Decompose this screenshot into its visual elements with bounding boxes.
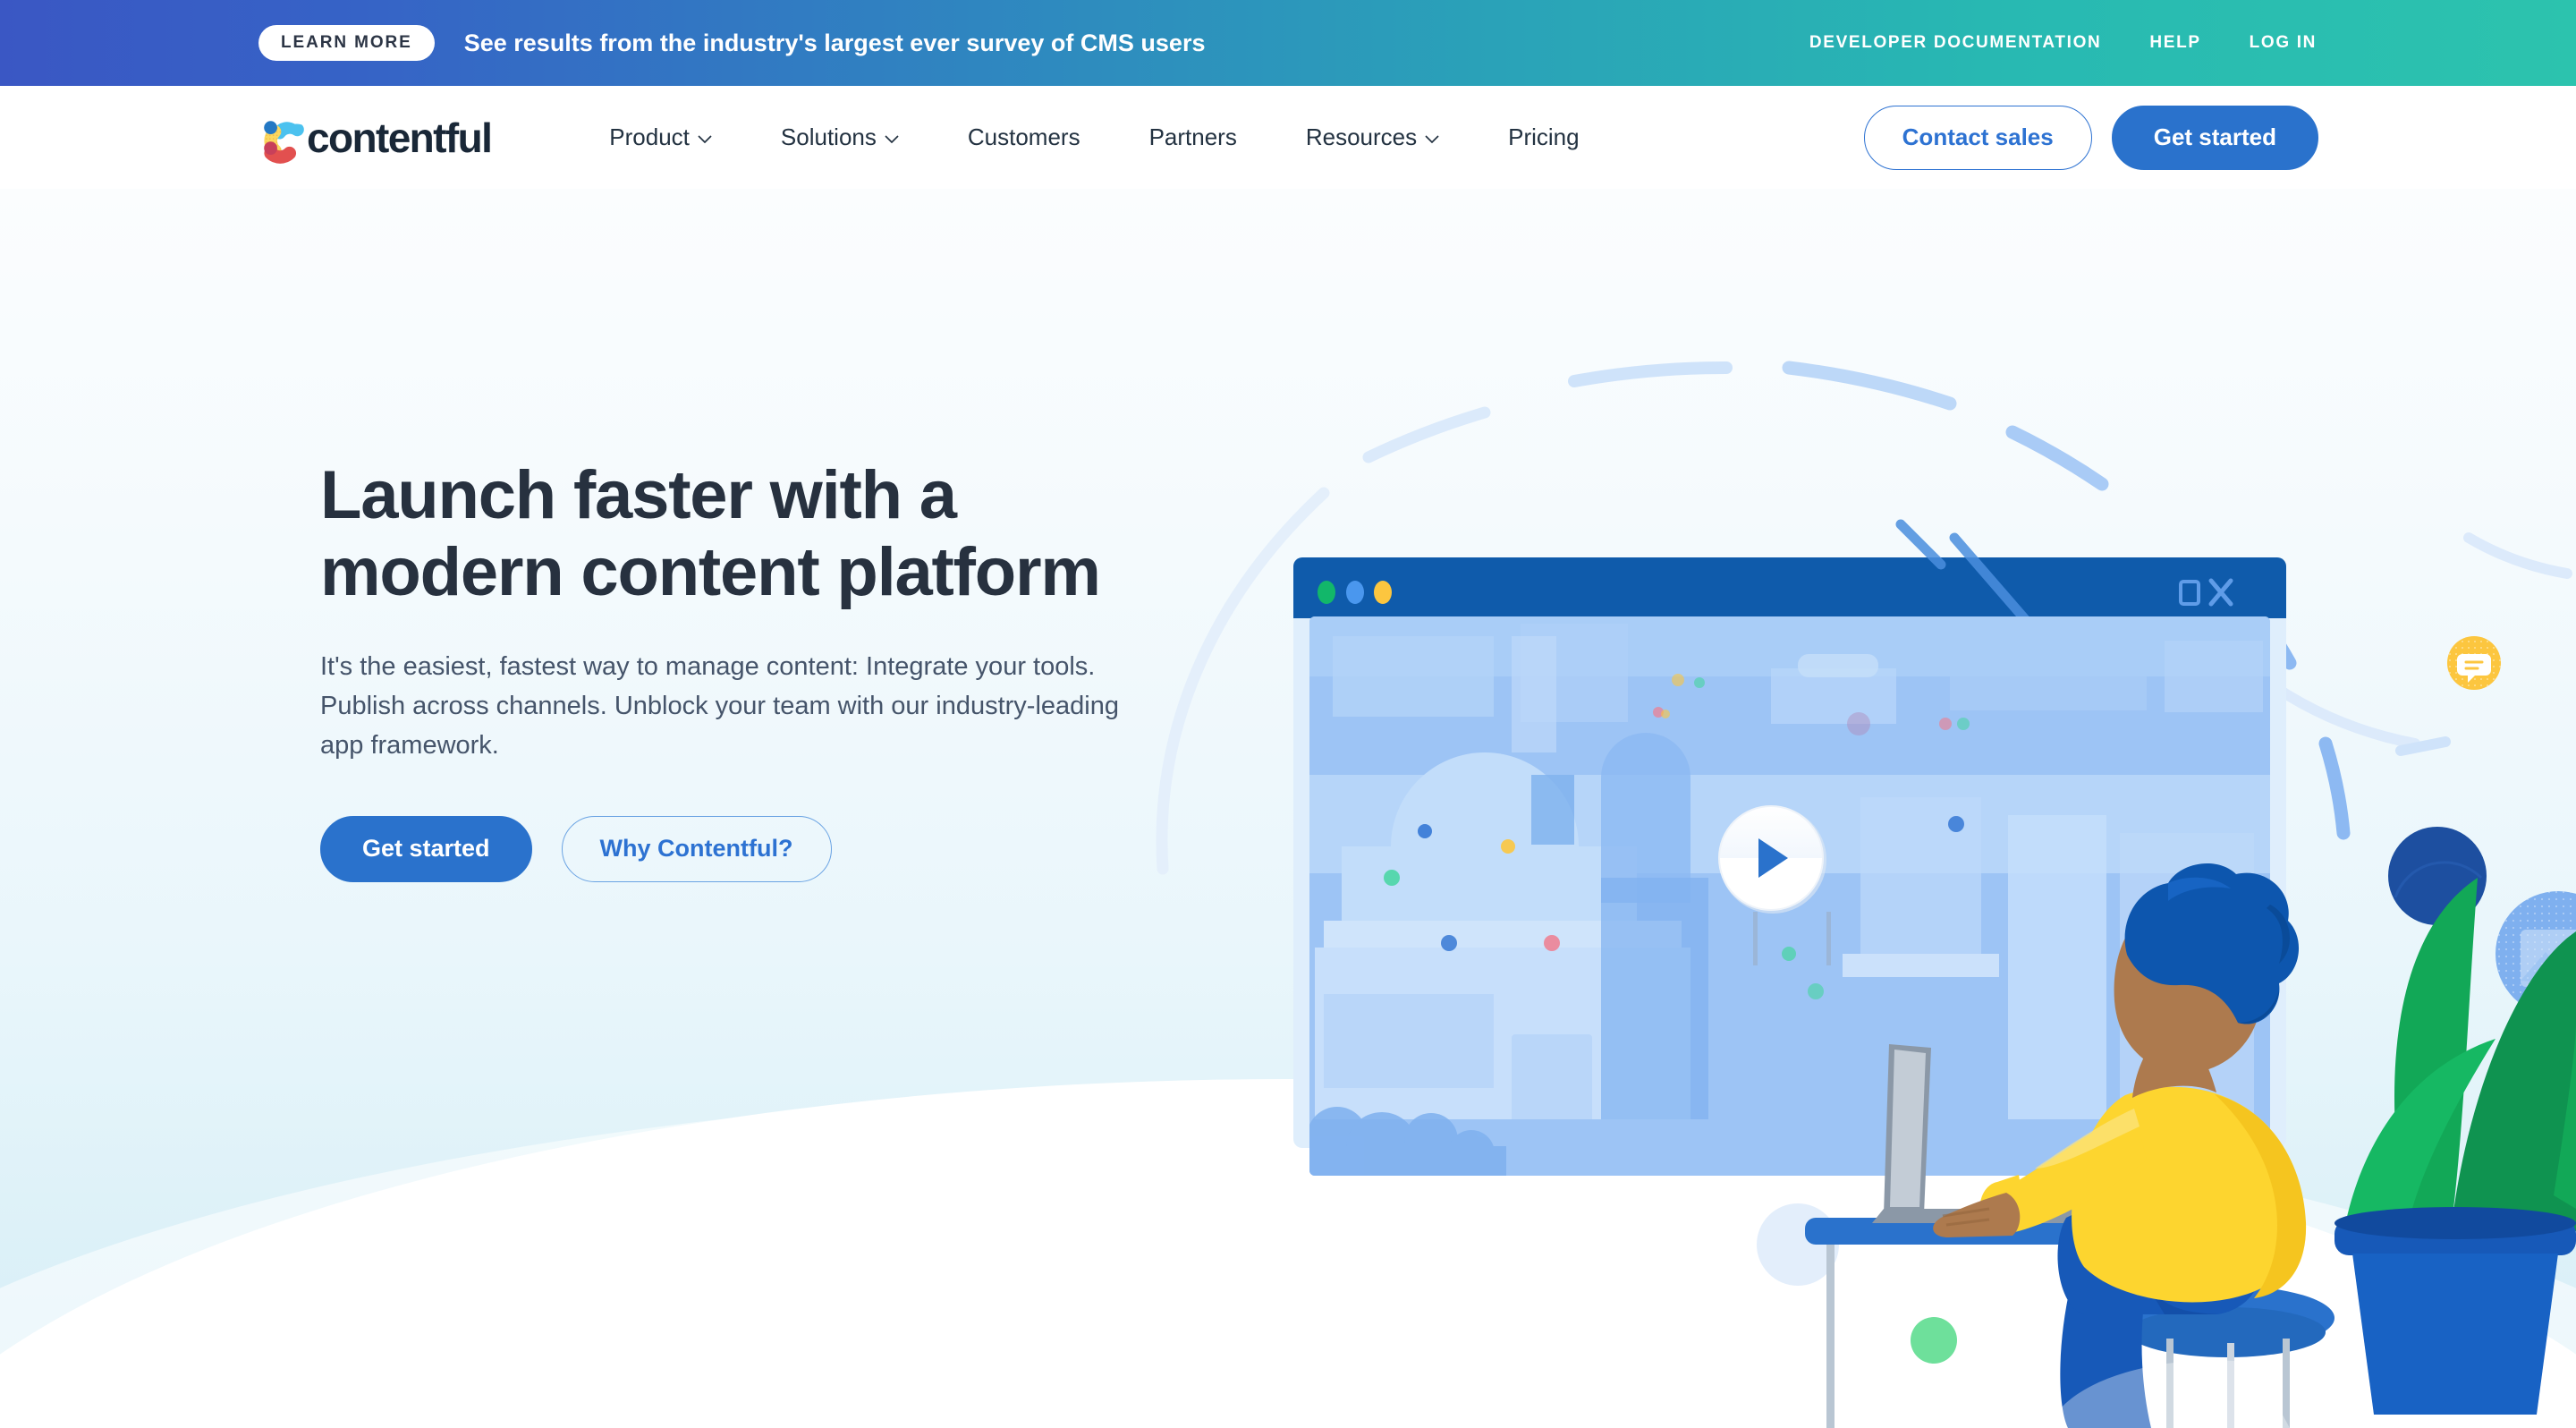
plant-pot	[2334, 1207, 2576, 1415]
chevron-down-icon	[698, 135, 712, 143]
hero-title-line2: modern content platform	[320, 533, 1101, 610]
nav-item-product[interactable]: Product	[609, 123, 712, 151]
nav-item-product-label: Product	[609, 123, 690, 150]
contentful-logo-icon	[258, 110, 314, 166]
promo-banner: LEARN MORE See results from the industry…	[0, 0, 2576, 86]
hero-title: Launch faster with a modern content plat…	[320, 457, 1170, 611]
nav-item-resources[interactable]: Resources	[1306, 123, 1439, 151]
chevron-down-icon	[1425, 135, 1439, 143]
hero-copy: Launch faster with a modern content plat…	[320, 457, 1170, 882]
nav-item-solutions[interactable]: Solutions	[781, 123, 899, 151]
hero-subtitle: It's the easiest, fastest way to manage …	[320, 651, 1119, 760]
nav-item-solutions-label: Solutions	[780, 123, 877, 150]
hero-cta-group: Get started Why Contentful?	[320, 815, 1170, 882]
nav-item-customers[interactable]: Customers	[968, 123, 1080, 151]
promo-link-log-in[interactable]: LOG IN	[2250, 33, 2317, 53]
nav-item-partners[interactable]: Partners	[1149, 123, 1237, 151]
nav-item-pricing-label: Pricing	[1508, 123, 1580, 150]
primary-navigation: Product Solutions Customers Partners Res…	[609, 123, 1579, 151]
chat-bubble-badge	[2447, 636, 2501, 690]
chevron-down-icon	[885, 135, 899, 143]
why-contentful-button[interactable]: Why Contentful?	[561, 815, 832, 882]
nav-item-pricing[interactable]: Pricing	[1508, 123, 1579, 151]
promo-link-developer-documentation[interactable]: DEVELOPER DOCUMENTATION	[1809, 33, 2101, 53]
promo-link-help[interactable]: HELP	[2149, 33, 2200, 53]
contentful-logo[interactable]: contentful	[258, 110, 493, 166]
header-get-started-button[interactable]: Get started	[2111, 105, 2318, 170]
contentful-wordmark: contentful	[307, 114, 493, 161]
contact-sales-button[interactable]: Contact sales	[1863, 105, 2092, 170]
learn-more-badge[interactable]: LEARN MORE	[258, 25, 435, 61]
nav-item-partners-label: Partners	[1148, 123, 1237, 150]
nav-item-customers-label: Customers	[967, 123, 1080, 150]
promo-banner-left: LEARN MORE See results from the industry…	[258, 25, 1205, 61]
header-cta-group: Contact sales Get started	[1863, 105, 2318, 170]
hero-section: Launch faster with a modern content plat…	[0, 189, 2576, 1428]
site-header: contentful Product Solutions Customers P…	[0, 86, 2576, 189]
hero-title-line1: Launch faster with a	[320, 457, 957, 533]
accent-dot-green	[1911, 1317, 1957, 1364]
hero-get-started-button[interactable]: Get started	[320, 815, 532, 882]
promo-banner-links: DEVELOPER DOCUMENTATION HELP LOG IN	[1809, 33, 2317, 53]
play-button	[1718, 805, 1826, 914]
promo-message[interactable]: See results from the industry's largest …	[464, 30, 1206, 57]
nav-item-resources-label: Resources	[1305, 123, 1418, 150]
